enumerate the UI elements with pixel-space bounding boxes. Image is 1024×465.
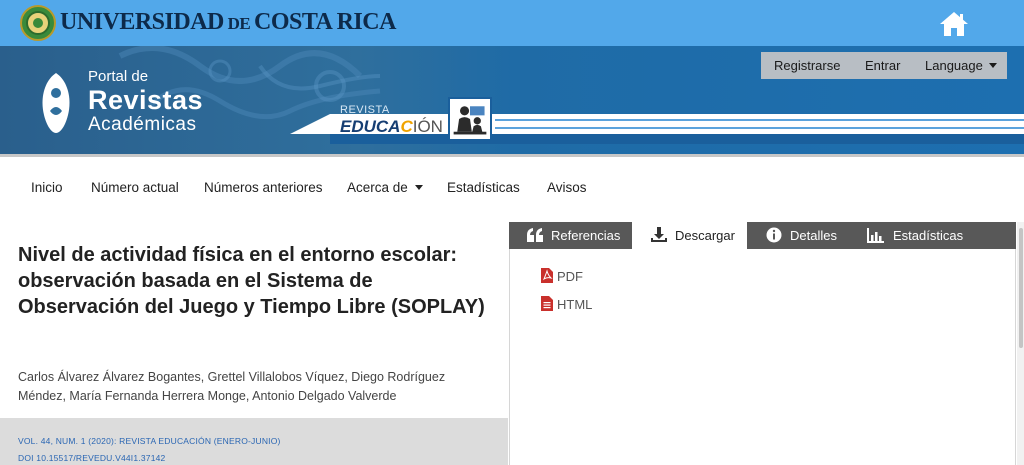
portal-label: Portal de <box>88 68 149 85</box>
user-menu: Registrarse Entrar Language <box>761 52 1007 79</box>
info-icon <box>766 227 782 243</box>
download-html-label: HTML <box>557 297 593 312</box>
nav-statistics[interactable]: Estadísticas <box>447 180 520 195</box>
article-title: Nivel de actividad física en el entorno … <box>18 244 485 318</box>
issue-link[interactable]: VOL. 44, NUM. 1 (2020): REVISTA EDUCACIÓ… <box>18 436 281 446</box>
download-icon <box>651 227 667 242</box>
tab-references[interactable]: Referencias <box>509 222 632 249</box>
chevron-down-icon <box>414 185 423 190</box>
nav-archives[interactable]: Números anteriores <box>204 180 323 195</box>
issue-info-box: VOL. 44, NUM. 1 (2020): REVISTA EDUCACIÓ… <box>0 418 508 465</box>
journal-name-part2: C <box>400 117 413 136</box>
university-name[interactable]: UNIVERSIDAD DE COSTA RICA <box>60 9 396 36</box>
portal-logo-icon[interactable] <box>38 71 74 135</box>
register-link[interactable]: Registrarse <box>774 58 840 73</box>
banner-stripe-line <box>495 127 1024 129</box>
journal-name-part1: EDUCA <box>340 117 401 136</box>
journal-cover-icon <box>448 97 492 141</box>
language-dropdown[interactable]: Language <box>925 58 997 73</box>
university-header: UNIVERSIDAD DE COSTA RICA <box>0 0 1024 46</box>
chevron-down-icon <box>988 63 997 68</box>
download-panel <box>509 249 1016 465</box>
portal-title: Revistas <box>88 85 204 115</box>
nav-current-issue[interactable]: Número actual <box>91 180 179 195</box>
home-icon[interactable] <box>939 10 969 37</box>
tab-download-label: Descargar <box>675 228 735 243</box>
quote-icon <box>527 228 543 242</box>
doi-link[interactable]: DOI 10.15517/REVEDU.V44I1.37142 <box>18 453 165 463</box>
tab-references-label: Referencias <box>551 228 621 243</box>
text-file-icon <box>541 296 553 311</box>
pdf-file-icon <box>541 268 553 283</box>
main-nav: Inicio Número actual Números anteriores … <box>0 157 1024 218</box>
tab-statistics-label: Estadísticas <box>893 228 964 243</box>
tab-download[interactable]: Descargar <box>632 222 747 249</box>
bar-chart-icon <box>867 228 884 243</box>
journal-name[interactable]: EDUCACIÓN <box>340 117 443 137</box>
tab-details-label: Detalles <box>790 228 837 243</box>
nav-about-label: Acerca de <box>347 180 408 195</box>
article-tabs: Referencias Descargar Detalles Estadísti… <box>509 222 1016 249</box>
banner-stripe-line <box>495 119 1024 121</box>
journal-label: REVISTA <box>340 104 390 116</box>
nav-home[interactable]: Inicio <box>31 180 63 195</box>
university-name-part1: UNIVERSIDAD <box>60 9 224 35</box>
university-seal-icon[interactable] <box>20 5 56 41</box>
tab-statistics[interactable]: Estadísticas <box>861 222 1016 249</box>
login-link[interactable]: Entrar <box>865 58 900 73</box>
nav-announcements[interactable]: Avisos <box>547 180 587 195</box>
download-pdf-label: PDF <box>557 269 583 284</box>
journal-name-part3: IÓN <box>412 117 443 136</box>
language-label: Language <box>925 58 983 73</box>
university-name-part3: COSTA RICA <box>253 9 396 35</box>
page: UNIVERSIDAD DE COSTA RICA Portal de Revi… <box>0 0 1024 465</box>
article-authors: Carlos Álvarez Álvarez Bogantes, Grettel… <box>18 370 446 403</box>
scrollbar-thumb[interactable] <box>1019 228 1023 348</box>
university-name-part2: DE <box>223 14 254 33</box>
nav-about[interactable]: Acerca de <box>347 180 423 195</box>
portal-subtitle: Académicas <box>88 114 197 135</box>
tab-details[interactable]: Detalles <box>747 222 861 249</box>
